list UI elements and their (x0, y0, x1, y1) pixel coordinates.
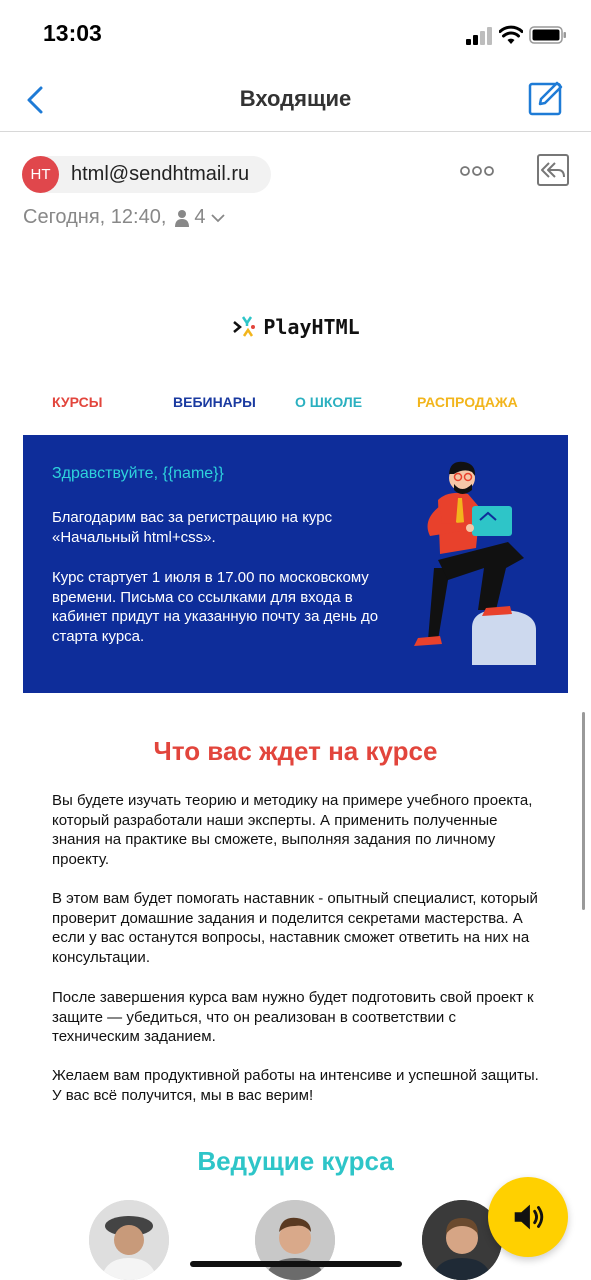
audio-button[interactable] (488, 1177, 568, 1257)
more-options-icon[interactable] (460, 164, 494, 178)
menu-item-webinars[interactable]: ВЕБИНАРЫ (173, 394, 256, 410)
page-title: Входящие (239, 86, 352, 111)
recipients-count: 4 (194, 206, 206, 228)
scrollbar[interactable] (582, 712, 585, 910)
menu-item-courses[interactable]: КУРСЫ (52, 394, 102, 410)
developer-illustration (414, 461, 536, 665)
course-paragraph-2: В этом вам будет помогать наставник - оп… (52, 890, 538, 966)
sender-avatar: HT (22, 156, 59, 193)
email-menu: КУРСЫ ВЕБИНАРЫ О ШКОЛЕ РАСПРОДАЖА (23, 394, 568, 414)
status-time: 13:03 (43, 20, 102, 46)
home-indicator[interactable] (190, 1261, 402, 1267)
section-title-course: Что вас ждет на курсе (153, 736, 438, 766)
host-photo (89, 1200, 169, 1280)
message-meta[interactable]: Сегодня, 12:40, 4 (23, 206, 225, 229)
course-paragraph-4: Желаем вам продуктивной работы на интенс… (52, 1067, 539, 1104)
menu-item-about[interactable]: О ШКОЛЕ (295, 394, 362, 410)
course-paragraph-3: После завершения курса вам нужно будет п… (52, 989, 534, 1045)
menu-item-sale[interactable]: РАСПРОДАЖА (417, 394, 518, 410)
chevron-down-icon (210, 213, 225, 222)
hosts-row (23, 1200, 568, 1280)
hero-greeting: Здравствуйте, {{name}} (52, 465, 224, 482)
battery-icon (529, 26, 566, 44)
email-logo[interactable]: PlayHTML (23, 314, 568, 340)
compose-icon[interactable] (528, 80, 564, 116)
status-bar: 13:03 (0, 0, 591, 70)
speaker-icon (514, 1204, 544, 1230)
course-paragraph-1: Вы будете изучать теорию и методику на п… (52, 792, 533, 868)
hero-banner: Здравствуйте, {{name}} Благодарим вас за… (23, 435, 568, 693)
sender-email: html@sendhtmail.ru (71, 163, 250, 185)
hero-paragraph-2: Курс стартует 1 июля в 17.00 по московск… (52, 569, 379, 645)
playhtml-logo-icon (233, 316, 256, 337)
message-date: Сегодня, 12:40, (23, 206, 167, 228)
host-photo (255, 1200, 335, 1280)
logo-text: PlayHTML (263, 315, 360, 339)
hero-paragraph-1: Благодарим вас за регистрацию на курс «Н… (52, 509, 333, 546)
sender-chip[interactable]: HT html@sendhtmail.ru (22, 156, 272, 193)
section-title-hosts: Ведущие курса (197, 1146, 394, 1176)
cellular-signal-icon (466, 27, 492, 45)
reply-all-icon[interactable] (536, 153, 570, 187)
person-icon (175, 209, 190, 227)
nav-bar: Входящие (0, 70, 591, 132)
wifi-icon (499, 25, 523, 44)
